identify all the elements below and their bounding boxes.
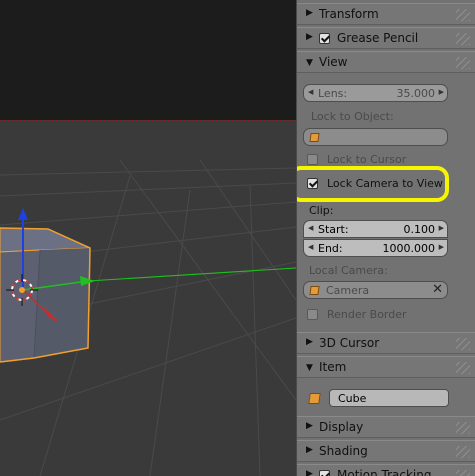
lock-to-cursor-label: Lock to Cursor — [327, 153, 407, 166]
local-camera-label: Local Camera: — [309, 264, 388, 277]
clip-start-field[interactable]: ◀ Start: 0.100 ▶ — [303, 220, 448, 238]
section-3d-cursor-header[interactable]: ▶ 3D Cursor — [297, 332, 475, 354]
section-view-label: View — [319, 55, 348, 69]
clip-end-label: End: — [318, 242, 343, 255]
section-shading-header[interactable]: ▶ Shading — [297, 440, 475, 462]
disclosure-triangle-down-icon: ▼ — [306, 58, 313, 68]
clear-x-icon[interactable]: ✕ — [432, 282, 443, 297]
section-item-header[interactable]: ▼ Item — [297, 356, 475, 378]
render-border-checkbox[interactable] — [307, 309, 318, 320]
cube-object-icon — [308, 393, 321, 404]
properties-sidebar: ▶ Transform ▶ Grease Pencil ▼ View ◀ Len… — [296, 0, 475, 476]
section-grease-pencil-label: Grease Pencil — [337, 31, 419, 45]
increment-arrow-icon[interactable]: ▶ — [439, 243, 444, 251]
section-shading-label: Shading — [319, 444, 368, 458]
clip-label: Clip: — [309, 204, 334, 217]
disclosure-triangle-icon: ▶ — [306, 337, 313, 347]
disclosure-triangle-icon: ▶ — [306, 32, 313, 42]
section-3d-cursor-label: 3D Cursor — [319, 336, 380, 350]
section-view-header[interactable]: ▼ View — [297, 51, 475, 73]
clip-start-label: Start: — [318, 223, 349, 236]
section-display-header[interactable]: ▶ Display — [297, 416, 475, 438]
cube-object-icon — [309, 133, 320, 142]
motion-tracking-checkbox[interactable] — [319, 470, 330, 476]
lens-field[interactable]: ◀ Lens: 35.000 ▶ — [303, 84, 448, 102]
lock-to-object-label: Lock to Object: — [311, 110, 394, 123]
local-camera-value: Camera — [326, 284, 370, 297]
drag-grip-icon[interactable] — [456, 422, 470, 434]
item-name-value: Cube — [338, 392, 367, 405]
disclosure-triangle-down-icon: ▼ — [306, 363, 313, 373]
increment-arrow-icon[interactable]: ▶ — [439, 224, 444, 232]
drag-grip-icon[interactable] — [456, 446, 470, 458]
drag-grip-icon[interactable] — [456, 470, 470, 476]
disclosure-triangle-icon: ▶ — [306, 469, 313, 476]
lock-to-cursor-checkbox[interactable] — [307, 154, 318, 165]
section-grease-pencil-header[interactable]: ▶ Grease Pencil — [297, 27, 475, 49]
drag-grip-icon[interactable] — [456, 362, 470, 374]
3d-viewport[interactable] — [0, 0, 296, 476]
lens-label: Lens: — [318, 87, 348, 100]
lock-to-object-field[interactable] — [303, 128, 448, 146]
lens-value: 35.000 — [396, 87, 436, 100]
drag-grip-icon[interactable] — [456, 57, 470, 69]
grease-pencil-checkbox[interactable] — [319, 33, 330, 44]
section-motion-tracking-header[interactable]: ▶ Motion Tracking — [297, 464, 475, 476]
camera-passepartout — [0, 0, 296, 120]
decrement-arrow-icon[interactable]: ◀ — [308, 224, 313, 232]
lock-camera-to-view-checkbox[interactable] — [307, 178, 318, 189]
decrement-arrow-icon[interactable]: ◀ — [308, 243, 313, 251]
camera-object-icon — [309, 286, 320, 295]
render-border-label: Render Border — [327, 308, 407, 321]
local-camera-field[interactable]: Camera ✕ — [303, 281, 448, 299]
viewport-canvas[interactable] — [0, 0, 296, 476]
section-motion-tracking-label: Motion Tracking — [337, 468, 432, 476]
drag-grip-icon[interactable] — [456, 338, 470, 350]
clip-end-value: 1000.000 — [382, 242, 436, 255]
section-item-label: Item — [319, 360, 347, 374]
drag-grip-icon[interactable] — [456, 33, 470, 45]
clip-start-value: 0.100 — [403, 223, 436, 236]
section-transform-label: Transform — [319, 7, 379, 21]
section-display-label: Display — [319, 420, 364, 434]
disclosure-triangle-icon: ▶ — [306, 445, 313, 455]
section-transform-header[interactable]: ▶ Transform — [297, 3, 475, 25]
item-name-field[interactable]: Cube — [329, 389, 449, 407]
disclosure-triangle-icon: ▶ — [306, 421, 313, 431]
decrement-arrow-icon[interactable]: ◀ — [308, 88, 313, 96]
drag-grip-icon[interactable] — [456, 9, 470, 21]
lock-camera-to-view-label[interactable]: Lock Camera to View — [327, 177, 443, 190]
increment-arrow-icon[interactable]: ▶ — [439, 88, 444, 96]
clip-end-field[interactable]: ◀ End: 1000.000 ▶ — [303, 239, 448, 257]
disclosure-triangle-icon: ▶ — [306, 8, 313, 18]
